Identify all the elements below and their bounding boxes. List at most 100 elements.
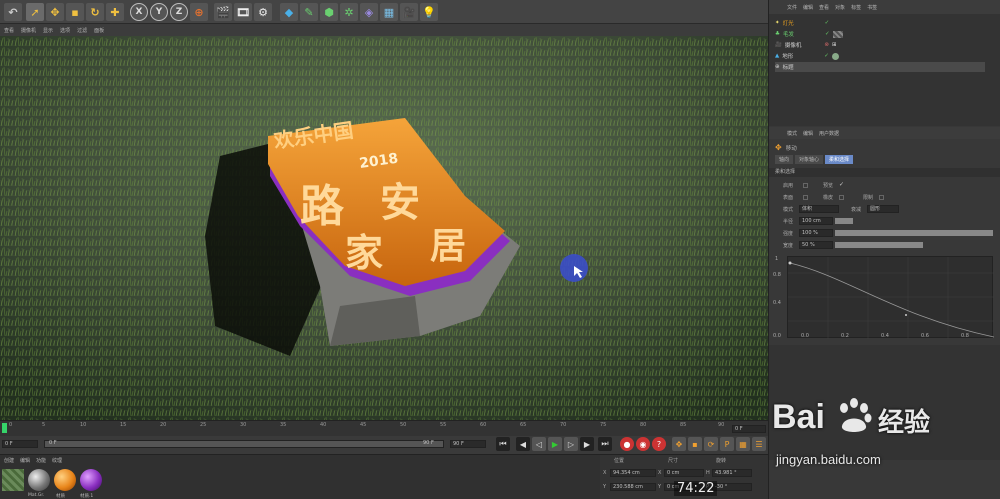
om-menu-edit[interactable]: 编辑 [803,4,813,11]
go-to-start-icon[interactable]: ⏮ [496,437,510,451]
material-menu-create[interactable]: 创建 [4,457,14,464]
viewport-menu-display[interactable]: 显示 [43,27,53,34]
camera-icon[interactable]: 🎥 [400,3,418,21]
move-tool-icon[interactable]: ✥ [46,3,64,21]
key-pla-icon[interactable]: ▦ [736,437,750,451]
restrict-checkbox[interactable] [879,195,884,200]
size-x-field[interactable]: 0 cm [664,469,704,477]
end-frame-field[interactable]: 90 F [450,440,486,448]
width-field[interactable]: 50 % [799,241,833,249]
attr-tool-name: 移动 [785,145,797,152]
rotation-h-field[interactable]: 43.981 ° [712,469,752,477]
attr-menu-userdata[interactable]: 用户数据 [819,130,839,137]
om-menu-object[interactable]: 对象 [835,4,845,11]
go-to-end-icon[interactable]: ⏭ [598,437,612,451]
render-picture-viewer-icon[interactable]: 🎞 [234,3,252,21]
next-key-icon[interactable]: ▶ [580,437,594,451]
render-view-icon[interactable]: 🎬 [214,3,232,21]
attr-preview-label: 预览 [823,183,834,189]
position-x-field[interactable]: 94.354 cm [610,469,656,477]
record-key-icon[interactable]: ● [620,437,634,451]
material-swatch-purple[interactable] [80,469,102,491]
viewport-menu-panel[interactable]: 面板 [94,27,104,34]
om-menu-view[interactable]: 查看 [819,4,829,11]
auto-key-icon[interactable]: ◉ [636,437,650,451]
viewport-menu-view[interactable]: 查看 [4,27,14,34]
rotate-tool-icon[interactable]: ↻ [86,3,104,21]
object-row-light[interactable]: ✦ 灯光 ✓ [775,18,829,28]
position-y-field[interactable]: 230.588 cm [610,483,656,491]
coordinate-system-icon[interactable]: ⊕ [190,3,208,21]
add-tool-icon[interactable]: ✚ [106,3,124,21]
3d-viewport[interactable]: 欢乐中国 2018 路 安 家 居 [0,36,768,420]
tick: 20 [160,422,167,428]
render-settings-icon[interactable]: ⚙ [254,3,272,21]
strength-field[interactable]: 100 % [799,229,833,237]
attr-menu-edit[interactable]: 编辑 [803,130,813,137]
key-param-icon[interactable]: P [720,437,734,451]
material-swatch-orange[interactable] [54,469,76,491]
tab-object-axis[interactable]: 对象轴心 [795,155,824,164]
object-row-terrain[interactable]: ▲ 地形 ✓ [775,51,839,61]
terrain-material-tag[interactable] [831,52,839,60]
subdivision-icon[interactable]: ⬢ [320,3,338,21]
material-menu-texture[interactable]: 纹理 [52,457,62,464]
frame-range-slider[interactable]: 0 F 90 F [44,440,444,448]
key-position-icon[interactable]: ✥ [672,437,686,451]
tab-soft-selection[interactable]: 柔和选择 [825,155,854,164]
rubber-checkbox[interactable] [839,195,844,200]
object-row-title[interactable]: ⊕ 标题 [775,62,985,72]
viewport-menu-filter[interactable]: 过滤 [77,27,87,34]
tab-axis[interactable]: 轴向 [775,155,794,164]
timeline-ruler[interactable]: 0 5 10 15 20 25 30 35 40 45 50 55 60 65 … [0,420,768,436]
select-cursor-icon[interactable]: ➚ [26,3,44,21]
timeline-playhead[interactable] [2,423,7,433]
enable-checkbox[interactable] [803,183,808,188]
key-selection-icon[interactable]: ? [652,437,666,451]
key-rotation-icon[interactable]: ⟳ [704,437,718,451]
prev-frame-icon[interactable]: ◁ [532,437,546,451]
deformer-icon[interactable]: ◈ [360,3,378,21]
om-menu-file[interactable]: 文件 [787,4,797,11]
radius-field[interactable]: 100 cm [799,217,833,225]
start-frame-field[interactable]: 0 F [2,440,38,448]
object-row-camera[interactable]: 🎥 摄像机 ⊗ ⊞ [775,40,837,50]
axis-z-button[interactable]: Z [170,3,188,21]
width-slider[interactable] [835,242,923,248]
undo-icon[interactable]: ↶ [4,3,22,21]
om-menu-bookmark[interactable]: 书签 [867,4,877,11]
key-scale-icon[interactable]: ▪ [688,437,702,451]
current-frame-field[interactable]: 0 F [732,425,766,433]
axis-y-button[interactable]: Y [150,3,168,21]
mode-select[interactable]: 体积 [799,205,839,213]
floor-grid-icon[interactable]: ▦ [380,3,398,21]
rotation-p-field[interactable]: -30 ° [712,483,752,491]
cube-object-icon[interactable]: ◆ [280,3,298,21]
material-menu-function[interactable]: 功能 [36,457,46,464]
next-frame-icon[interactable]: ▷ [564,437,578,451]
radius-slider[interactable] [835,218,853,224]
strength-slider[interactable] [835,230,993,236]
material-swatch-grass[interactable] [2,469,24,491]
light-bulb-icon[interactable]: 💡 [420,3,438,21]
pen-spline-icon[interactable]: ✎ [300,3,318,21]
cloner-icon[interactable]: ✲ [340,3,358,21]
axis-x-button[interactable]: X [130,3,148,21]
material-menu-edit[interactable]: 编辑 [20,457,30,464]
object-row-hair[interactable]: ♣ 毛发 ✓ [775,29,843,39]
scale-tool-icon[interactable]: ▪ [66,3,84,21]
surface-checkbox[interactable] [803,195,808,200]
preview-checkbox[interactable]: ✓ [839,181,844,188]
prev-key-icon[interactable]: ◀ [516,437,530,451]
viewport-menu-options[interactable]: 选项 [60,27,70,34]
hair-material-tag[interactable] [832,30,843,38]
falloff-select[interactable]: 圆形 [867,205,899,213]
attr-menu-mode[interactable]: 模式 [787,130,797,137]
material-menu: 创建 编辑 功能 纹理 [0,455,600,466]
timeline-settings-icon[interactable]: ☰ [752,437,766,451]
material-swatch-metal[interactable] [28,469,50,491]
play-icon[interactable]: ▶ [548,437,562,451]
falloff-curve-graph[interactable] [787,256,995,339]
om-menu-tag[interactable]: 标签 [851,4,861,11]
viewport-menu-camera[interactable]: 摄像机 [21,27,36,34]
